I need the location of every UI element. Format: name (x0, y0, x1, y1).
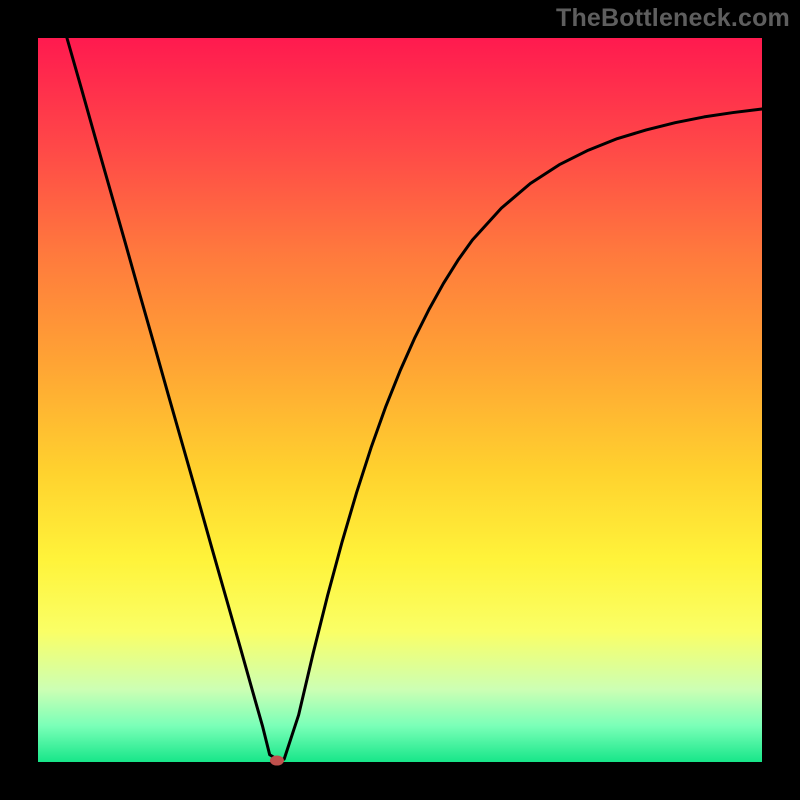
chart-frame: TheBottleneck.com (0, 0, 800, 800)
bottleneck-chart (0, 0, 800, 800)
optimal-point-marker (270, 756, 284, 766)
plot-background (38, 38, 762, 762)
watermark-text: TheBottleneck.com (556, 4, 790, 33)
